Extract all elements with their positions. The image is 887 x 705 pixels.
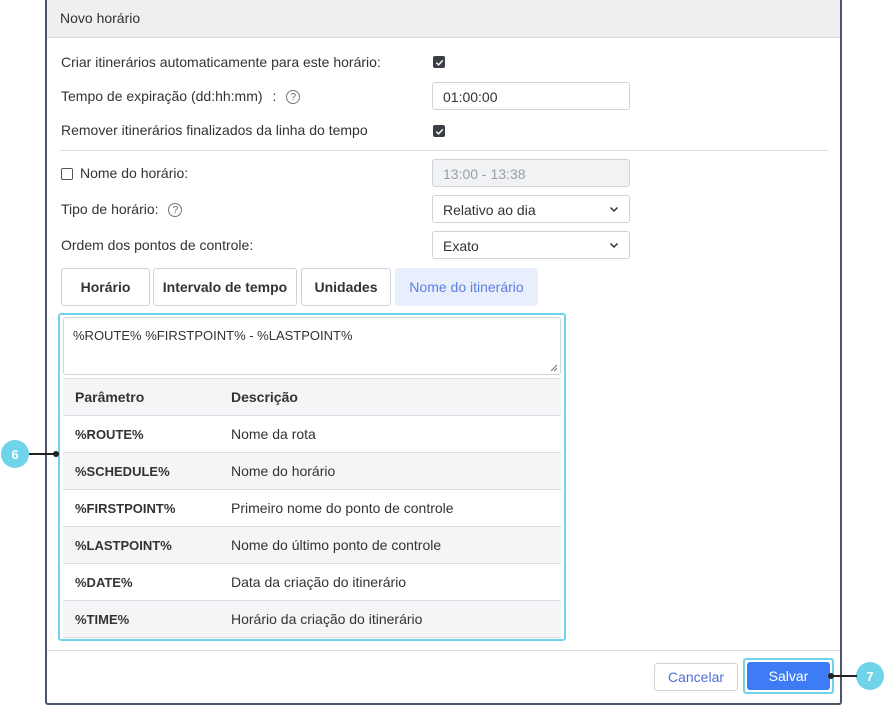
tab-time-interval[interactable]: Intervalo de tempo — [153, 268, 297, 306]
check-icon — [435, 59, 443, 66]
param-cell: %ROUTE% — [63, 415, 219, 453]
save-button-highlight: Salvar — [743, 658, 834, 694]
desc-cell: Nome da rota — [219, 415, 561, 453]
save-button[interactable]: Salvar — [747, 662, 830, 690]
tab-schedule[interactable]: Horário — [61, 268, 150, 306]
chevron-down-icon — [609, 206, 619, 213]
table-row: %SCHEDULE% Nome do horário — [63, 452, 561, 490]
schedule-type-select[interactable]: Relativo ao dia — [432, 195, 630, 223]
param-cell: %FIRSTPOINT% — [63, 489, 219, 527]
table-row: %ROUTE% Nome da rota — [63, 415, 561, 453]
checkpoint-order-select[interactable]: Exato — [432, 231, 630, 259]
new-schedule-dialog: Novo horário Criar itinerários automatic… — [45, 0, 842, 705]
desc-cell: Data da criação do itinerário — [219, 563, 561, 601]
schedule-type-label: Tipo de horário: — [61, 201, 159, 217]
callout-line-6 — [29, 453, 56, 455]
schedule-name-label: Nome do horário: — [80, 165, 189, 181]
route-name-template: %ROUTE% %FIRSTPOINT% - %LASTPOINT% — [73, 328, 353, 343]
check-icon — [435, 128, 443, 135]
param-cell: %SCHEDULE% — [63, 452, 219, 490]
desc-cell: Horário da criação do itinerário — [219, 600, 561, 638]
auto-routes-checkbox[interactable] — [433, 56, 445, 68]
expiration-label: Tempo de expiração (dd:hh:mm) — [61, 88, 263, 104]
route-name-panel: %ROUTE% %FIRSTPOINT% - %LASTPOINT% Parâm… — [58, 313, 566, 641]
help-icon[interactable]: ? — [168, 203, 183, 218]
cancel-button[interactable]: Cancelar — [654, 663, 738, 691]
parameters-table: Parâmetro Descrição %ROUTE% Nome da rota… — [63, 378, 561, 638]
callout-badge-6: 6 — [1, 440, 29, 468]
resize-handle-icon[interactable] — [550, 364, 558, 372]
checkpoint-order-value: Exato — [443, 238, 479, 254]
route-name-textarea[interactable]: %ROUTE% %FIRSTPOINT% - %LASTPOINT% — [63, 317, 561, 375]
callout-dot-7 — [828, 673, 834, 679]
expiration-input[interactable]: 01:00:00 — [432, 82, 630, 110]
table-row: %TIME% Horário da criação do itinerário — [63, 600, 561, 638]
expiration-colon: : — [272, 88, 277, 104]
param-cell: %LASTPOINT% — [63, 526, 219, 564]
help-icon[interactable]: ? — [286, 90, 301, 105]
desc-cell: Nome do último ponto de controle — [219, 526, 561, 564]
remove-finished-label: Remover itinerários finalizados da linha… — [61, 122, 368, 138]
schedule-type-value: Relativo ao dia — [443, 202, 536, 218]
expiration-label-row: Tempo de expiração (dd:hh:mm) : ? — [61, 88, 301, 105]
callout-dot-6 — [53, 451, 59, 457]
tab-route-name[interactable]: Nome do itinerário — [395, 268, 538, 306]
section-divider — [60, 150, 828, 151]
column-header-description: Descrição — [219, 378, 561, 416]
dialog-title: Novo horário — [47, 0, 840, 38]
checkpoint-order-label: Ordem dos pontos de controle: — [61, 237, 254, 253]
schedule-type-label-row: Tipo de horário: ? — [61, 201, 183, 218]
column-header-parameter: Parâmetro — [63, 378, 219, 416]
param-cell: %TIME% — [63, 600, 219, 638]
tab-units[interactable]: Unidades — [301, 268, 391, 306]
param-cell: %DATE% — [63, 563, 219, 601]
callout-line-7 — [830, 675, 857, 677]
desc-cell: Primeiro nome do ponto de controle — [219, 489, 561, 527]
table-row: %FIRSTPOINT% Primeiro nome do ponto de c… — [63, 489, 561, 527]
schedule-name-checkbox[interactable] — [61, 168, 73, 180]
desc-cell: Nome do horário — [219, 452, 561, 490]
table-row: %DATE% Data da criação do itinerário — [63, 563, 561, 601]
remove-finished-checkbox[interactable] — [433, 125, 445, 137]
footer-divider — [47, 650, 840, 651]
table-header-row: Parâmetro Descrição — [63, 378, 561, 416]
schedule-name-input[interactable]: 13:00 - 13:38 — [432, 159, 630, 187]
auto-routes-label: Criar itinerários automaticamente para e… — [61, 54, 381, 70]
chevron-down-icon — [609, 242, 619, 249]
table-row: %LASTPOINT% Nome do último ponto de cont… — [63, 526, 561, 564]
callout-badge-7: 7 — [856, 662, 884, 690]
